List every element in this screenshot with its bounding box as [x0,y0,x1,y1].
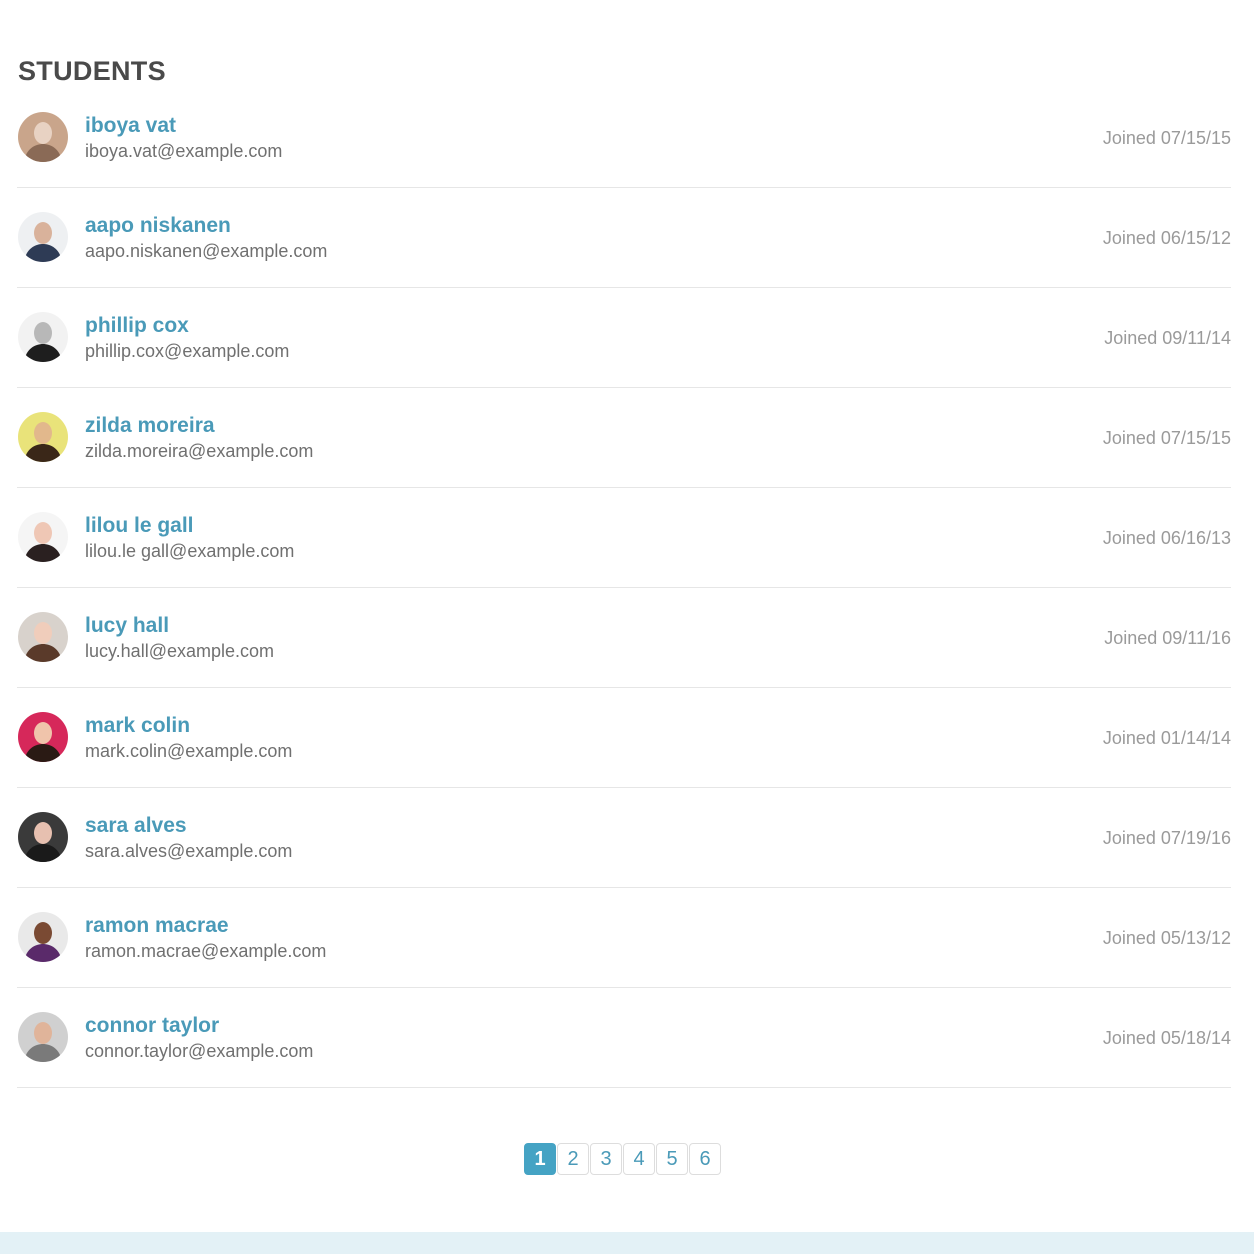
student-email: ramon.macrae@example.com [85,941,327,961]
student-row: iboya vat iboya.vat@example.com Joined 07/1… [17,88,1231,188]
avatar-photo-icon [18,412,68,462]
student-name-link[interactable]: mark colin [85,714,190,738]
student-email: lucy.hall@example.com [85,641,275,661]
joined-date: Joined 05/13/12 [1103,928,1231,949]
student-email: mark.colin@example.com [85,741,293,761]
student-row: sara alves sara.alves@example.com Joined 07… [17,788,1231,888]
avatar[interactable] [18,812,68,862]
joined-label: Joined [1104,628,1158,648]
avatar[interactable] [18,1012,68,1062]
avatar-photo-icon [18,512,68,562]
avatar-photo-icon [18,312,68,362]
pagination: 123456 [524,1143,721,1175]
student-list: iboya vat iboya.vat@example.com Joined 07/1… [17,88,1231,1088]
avatar-photo-icon [18,712,68,762]
joined-label: Joined [1102,1028,1156,1048]
joined-label: Joined [1102,528,1156,548]
student-email: zilda.moreira@example.com [85,441,314,461]
students-page: STUDENTS iboya vat iboya.vat@example.com J… [0,0,1254,1254]
joined-date: Joined 09/11/14 [1104,328,1231,349]
student-name-link[interactable]: sara alves [85,814,187,838]
joined-date: Joined 01/14/14 [1103,728,1231,749]
joined-date-value: 07/15/15 [1160,128,1231,148]
student-row: zilda moreira zilda.moreira@example.com Jo… [17,388,1231,488]
page-button-6[interactable]: 6 [689,1143,721,1175]
avatar-photo-icon [18,112,68,162]
student-name-link[interactable]: ramon macrae [85,914,229,938]
joined-date-value: 09/11/16 [1162,628,1231,648]
avatar[interactable] [18,212,68,262]
joined-date: Joined 05/18/14 [1103,1028,1231,1049]
student-name-link[interactable]: lucy hall [85,614,169,638]
avatar[interactable] [18,712,68,762]
joined-label: Joined [1102,928,1156,948]
avatar[interactable] [18,412,68,462]
student-row: ramon macrae ramon.macrae@example.com Join… [17,888,1231,988]
joined-date-value: 05/18/14 [1160,1028,1231,1048]
joined-date-value: 07/15/15 [1160,428,1231,448]
student-row: connor taylor connor.taylor@example.com Jo… [17,988,1231,1088]
student-row: lucy hall lucy.hall@example.com Joined 09/1… [17,588,1231,688]
page-button-3[interactable]: 3 [590,1143,622,1175]
student-name-link[interactable]: lilou le gall [85,514,194,538]
avatar[interactable] [18,612,68,662]
joined-date-value: 07/19/16 [1160,828,1231,848]
avatar[interactable] [18,912,68,962]
joined-date: Joined 06/16/13 [1103,528,1231,549]
joined-date-value: 01/14/14 [1160,728,1231,748]
student-name-link[interactable]: aapo niskanen [85,214,231,238]
student-row: mark colin mark.colin@example.com Joined 01… [17,688,1231,788]
student-email: aapo.niskanen@example.com [85,241,328,261]
joined-date: Joined 07/15/15 [1103,128,1231,149]
avatar[interactable] [18,512,68,562]
joined-date-value: 06/15/12 [1160,228,1231,248]
joined-label: Joined [1102,128,1156,148]
student-email: lilou.le gall@example.com [85,541,295,561]
avatar-photo-icon [18,812,68,862]
avatar-photo-icon [18,912,68,962]
student-name-link[interactable]: phillip cox [85,314,189,338]
student-email: phillip.cox@example.com [85,341,290,361]
avatar[interactable] [18,112,68,162]
student-name-link[interactable]: zilda moreira [85,414,215,438]
joined-date: Joined 07/15/15 [1103,428,1231,449]
joined-date-value: 06/16/13 [1160,528,1231,548]
joined-label: Joined [1102,828,1156,848]
joined-date-value: 09/11/14 [1162,328,1231,348]
avatar-photo-icon [18,612,68,662]
avatar-photo-icon [18,212,68,262]
student-row: lilou le gall lilou.le gall@example.com Jo… [17,488,1231,588]
joined-date: Joined 07/19/16 [1103,828,1231,849]
avatar-photo-icon [18,1012,68,1062]
footer-bar [0,1232,1254,1254]
student-row: phillip cox phillip.cox@example.com Joined… [17,288,1231,388]
student-name-link[interactable]: connor taylor [85,1014,219,1038]
joined-label: Joined [1102,428,1156,448]
joined-date-value: 05/13/12 [1160,928,1231,948]
page-button-4[interactable]: 4 [623,1143,655,1175]
page-button-1[interactable]: 1 [524,1143,556,1175]
joined-date: Joined 06/15/12 [1103,228,1231,249]
joined-label: Joined [1102,728,1156,748]
page-button-5[interactable]: 5 [656,1143,688,1175]
student-email: iboya.vat@example.com [85,141,283,161]
page-button-2[interactable]: 2 [557,1143,589,1175]
student-row: aapo niskanen aapo.niskanen@example.com Jo… [17,188,1231,288]
avatar[interactable] [18,312,68,362]
student-name-link[interactable]: iboya vat [85,114,176,138]
joined-date: Joined 09/11/16 [1104,628,1231,649]
page-title: STUDENTS [18,56,166,86]
joined-label: Joined [1104,328,1158,348]
student-email: sara.alves@example.com [85,841,293,861]
student-email: connor.taylor@example.com [85,1041,314,1061]
joined-label: Joined [1102,228,1156,248]
